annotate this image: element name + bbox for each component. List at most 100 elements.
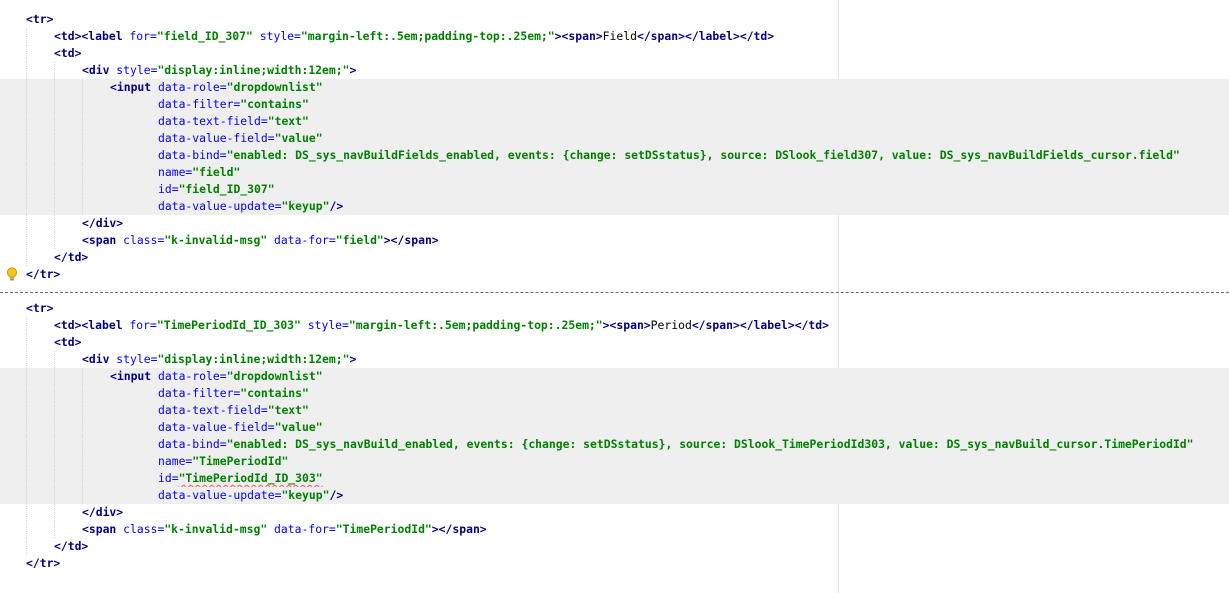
code-line[interactable]: data-value-update="keyup"/> <box>0 487 1229 504</box>
token-tag: </td> <box>54 250 89 264</box>
indent-guide <box>26 62 27 79</box>
code-line[interactable]: </td> <box>0 249 1229 266</box>
code-line[interactable]: <tr> <box>0 300 1229 317</box>
code-text: data-value-field="value" <box>158 130 323 147</box>
code-line[interactable]: name="field" <box>0 164 1229 181</box>
indent-guide <box>82 419 83 436</box>
code-line[interactable]: <td><label for="field_ID_307" style="mar… <box>0 28 1229 45</box>
code-text: <tr> <box>26 11 53 28</box>
code-text: data-bind="enabled: DS_sys_navBuild_enab… <box>158 436 1194 453</box>
token-tag: </span></label></td> <box>691 318 829 332</box>
code-text: name="TimePeriodId" <box>158 453 288 470</box>
token-txt: Period <box>650 318 692 332</box>
indent-guide <box>26 45 27 62</box>
code-line[interactable]: data-text-field="text" <box>0 113 1229 130</box>
code-line[interactable]: <td> <box>0 45 1229 62</box>
code-line[interactable]: <input data-role="dropdownlist" <box>0 368 1229 385</box>
code-line[interactable]: data-bind="enabled: DS_sys_navBuild_enab… <box>0 436 1229 453</box>
token-attr: data-role= <box>158 369 227 383</box>
token-attr: data-value-field= <box>158 420 275 434</box>
indent-guide <box>82 96 83 113</box>
code-line[interactable]: data-bind="enabled: DS_sys_navBuildField… <box>0 147 1229 164</box>
code-line[interactable]: data-filter="contains" <box>0 385 1229 402</box>
token-tag: </td> <box>54 539 89 553</box>
token-val: "enabled: DS_sys_navBuildFields_enabled,… <box>226 148 1180 162</box>
code-line[interactable]: </div> <box>0 504 1229 521</box>
token-attr: data-bind= <box>158 148 227 162</box>
token-attr: id= <box>158 182 179 196</box>
token-attr: id= <box>158 471 179 485</box>
code-line[interactable]: data-filter="contains" <box>0 96 1229 113</box>
token-tag: <td><label <box>54 318 130 332</box>
token-tag: <td> <box>54 46 82 60</box>
indent-guide <box>26 402 27 419</box>
token-tag: <div <box>82 63 117 77</box>
token-val: "field" <box>192 165 241 179</box>
token-attr: for= <box>129 318 157 332</box>
indent-guide <box>54 164 55 181</box>
lightbulb-icon[interactable] <box>6 267 18 282</box>
code-line[interactable]: data-value-field="value" <box>0 419 1229 436</box>
token-val: "contains" <box>240 97 309 111</box>
token-tag: </tr> <box>26 556 61 570</box>
token-val: "TimePeriodId" <box>192 454 289 468</box>
indent-guide <box>26 96 27 113</box>
code-line[interactable]: </tr> <box>0 266 1229 283</box>
indent-guide <box>54 215 55 232</box>
token-val: "display:inline;width:12em;" <box>157 352 350 366</box>
token-val: "enabled: DS_sys_navBuild_enabled, event… <box>226 437 1194 451</box>
token-val: "k-invalid-msg" <box>164 233 268 247</box>
code-line[interactable]: <td><label for="TimePeriodId_ID_303" sty… <box>0 317 1229 334</box>
token-tag: /> <box>329 199 344 213</box>
indent-guide <box>82 130 83 147</box>
indent-guide <box>82 164 83 181</box>
code-line[interactable]: id="TimePeriodId_ID_303" <box>0 470 1229 487</box>
token-val: "keyup" <box>281 199 330 213</box>
token-tag: ></span> <box>431 522 487 536</box>
code-line[interactable]: data-value-field="value" <box>0 130 1229 147</box>
code-line[interactable]: <span class="k-invalid-msg" data-for="Ti… <box>0 521 1229 538</box>
token-val: "contains" <box>240 386 309 400</box>
token-val: "field_ID_307" <box>178 182 275 196</box>
token-attr: name= <box>158 165 193 179</box>
code-line[interactable]: data-text-field="text" <box>0 402 1229 419</box>
token-val: "value" <box>274 131 323 145</box>
token-attr: data-value-update= <box>158 488 282 502</box>
token-tag: <div <box>82 352 117 366</box>
token-attr: class= <box>123 233 165 247</box>
token-tag: > <box>349 63 357 77</box>
indent-guide <box>54 79 55 96</box>
code-text: </tr> <box>26 555 60 572</box>
token-tag: <td><label <box>54 29 130 43</box>
indent-guide <box>82 453 83 470</box>
code-line[interactable]: <div style="display:inline;width:12em;"> <box>0 351 1229 368</box>
code-text: <td> <box>54 334 81 351</box>
code-text: <span class="k-invalid-msg" data-for="fi… <box>82 232 439 249</box>
code-line[interactable]: name="TimePeriodId" <box>0 453 1229 470</box>
code-text: data-filter="contains" <box>158 96 309 113</box>
code-line[interactable]: <div style="display:inline;width:12em;"> <box>0 62 1229 79</box>
indent-guide <box>54 181 55 198</box>
token-val: "field" <box>335 233 384 247</box>
indent-guide <box>82 436 83 453</box>
token-tag: <span <box>82 233 124 247</box>
token-attr: data-value-update= <box>158 199 282 213</box>
code-line[interactable]: <input data-role="dropdownlist" <box>0 79 1229 96</box>
code-line[interactable]: </tr> <box>0 555 1229 572</box>
code-line[interactable]: id="field_ID_307" <box>0 181 1229 198</box>
code-line[interactable]: </div> <box>0 215 1229 232</box>
code-editor[interactable]: <tr> <td><label for="field_ID_307" style=… <box>0 0 1229 593</box>
indent-guide <box>82 147 83 164</box>
code-line[interactable]: <tr> <box>0 11 1229 28</box>
code-line[interactable]: </td> <box>0 538 1229 555</box>
token-val: "TimePeriodId_ID_303" <box>156 318 301 332</box>
indent-guide <box>26 130 27 147</box>
token-tag: <input <box>110 80 159 94</box>
token-tag: ><span> <box>554 29 603 43</box>
indent-guide <box>26 232 27 249</box>
code-line[interactable]: <span class="k-invalid-msg" data-for="fi… <box>0 232 1229 249</box>
code-line[interactable]: data-value-update="keyup"/> <box>0 198 1229 215</box>
code-line[interactable]: <td> <box>0 334 1229 351</box>
code-text: <div style="display:inline;width:12em;"> <box>82 351 356 368</box>
